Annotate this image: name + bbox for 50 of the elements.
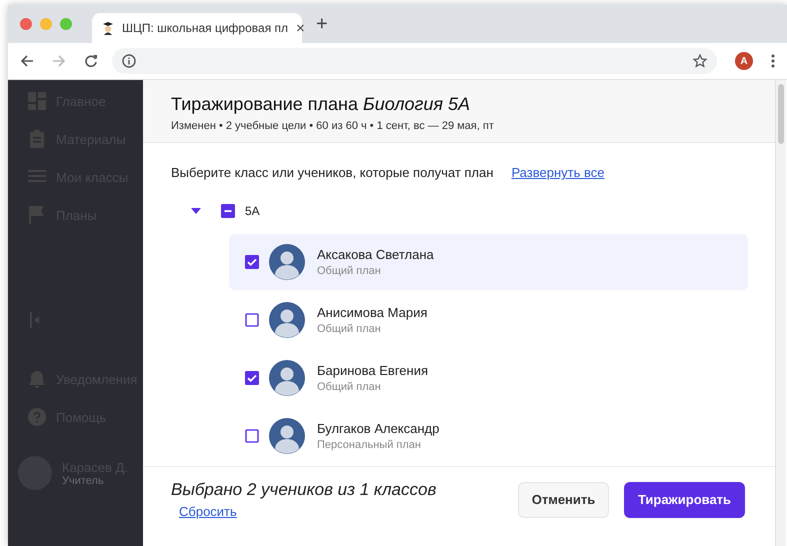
avatar-icon — [269, 418, 305, 454]
selection-summary: Выбрано 2 учеников из 1 классов — [171, 480, 438, 500]
notifications-icon — [28, 370, 46, 388]
close-tab-button[interactable]: × — [296, 20, 305, 36]
graduate-icon — [102, 21, 114, 35]
reload-icon[interactable] — [84, 54, 98, 68]
info-icon — [122, 54, 136, 68]
cancel-button[interactable]: Отменить — [518, 482, 609, 518]
browser-tab[interactable]: ШЦП: школьная цифровая пл × — [92, 13, 302, 43]
checkbox[interactable] — [245, 313, 259, 327]
tab-title: ШЦП: школьная цифровая пл — [122, 21, 288, 35]
plan-type: Общий план — [317, 381, 382, 393]
scrollbar-thumb[interactable] — [778, 84, 784, 144]
class-label: 5А — [245, 204, 260, 218]
more-icon[interactable] — [771, 54, 775, 68]
profile-avatar[interactable]: A — [735, 52, 753, 70]
student-row[interactable]: Аксакова Светлана Общий план — [229, 234, 748, 290]
student-name: Баринова Евгения — [317, 363, 428, 378]
student-name: Булгаков Александр — [317, 421, 440, 436]
back-icon[interactable] — [20, 54, 34, 68]
avatar-icon — [269, 360, 305, 396]
student-row[interactable]: Булгаков Александр Персональный план — [229, 408, 748, 464]
plan-type: Общий план — [317, 265, 382, 277]
expand-all-link[interactable]: Развернуть все — [511, 165, 604, 180]
star-icon[interactable] — [693, 54, 707, 68]
dialog-subtitle: Изменен • 2 учебные цели • 60 из 60 ч • 1 сент, вс — 29 мая, пт — [171, 120, 495, 132]
instruction-text: Выберите класс или учеников, которые получат план — [171, 165, 494, 180]
flag-icon — [28, 206, 46, 224]
plan-type: Общий план — [317, 323, 382, 335]
dashboard-icon — [28, 92, 46, 110]
new-tab-button[interactable]: + — [316, 12, 328, 36]
checkbox[interactable] — [245, 371, 259, 385]
help-icon — [28, 408, 46, 426]
reset-link[interactable]: Сбросить — [179, 504, 503, 519]
plan-type: Персональный план — [317, 439, 422, 451]
user-role: Учитель — [62, 474, 104, 486]
replicate-button[interactable]: Тиражировать — [624, 482, 745, 518]
checkbox[interactable] — [221, 204, 235, 218]
caret-down-icon[interactable] — [191, 206, 201, 216]
student-name: Анисимова Мария — [317, 305, 428, 320]
student-row[interactable]: Баринова Евгения Общий план — [229, 350, 748, 406]
checkbox[interactable] — [245, 429, 259, 443]
window-control-icon[interactable] — [20, 18, 32, 30]
dialog-title: Тиражирование плана Биология 5А — [171, 94, 472, 115]
student-row[interactable]: Анисимова Мария Общий план — [229, 292, 748, 348]
student-name: Аксакова Светлана — [317, 247, 434, 262]
checkbox[interactable] — [245, 255, 259, 269]
clipboard-icon — [28, 130, 46, 148]
avatar-icon — [269, 302, 305, 338]
avatar-icon — [269, 244, 305, 280]
